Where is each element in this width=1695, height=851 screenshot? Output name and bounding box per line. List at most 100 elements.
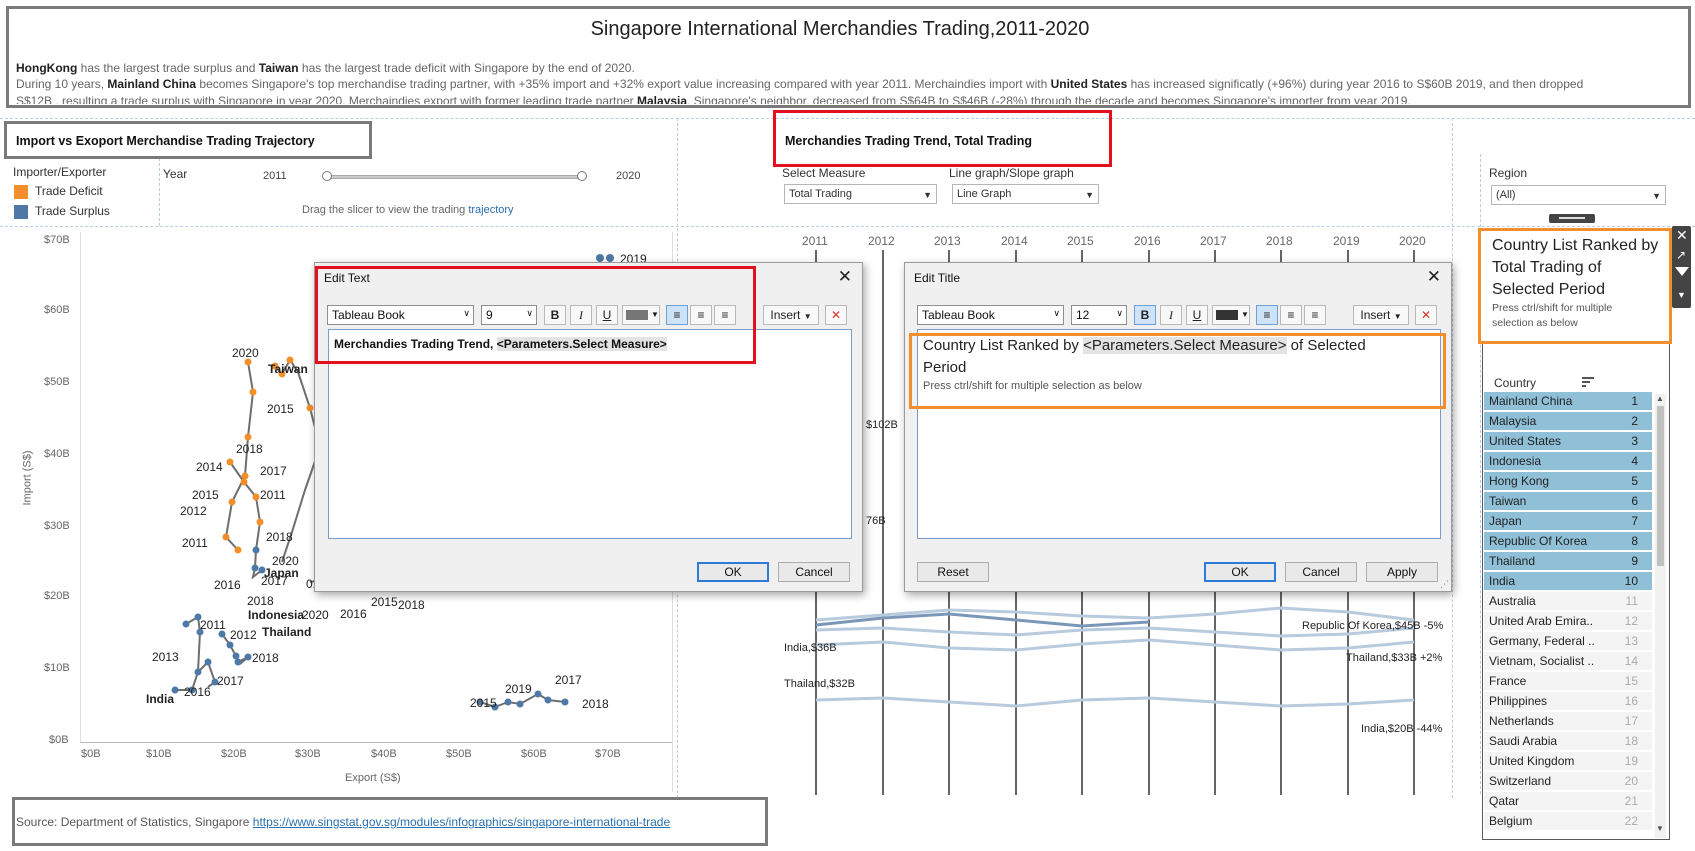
country-list-scrollbar[interactable]: ▲ ▼	[1655, 394, 1666, 838]
trend-year-label: 2014	[1001, 234, 1028, 248]
scroll-up-icon[interactable]: ▲	[1656, 394, 1664, 403]
country-rank: 7	[1631, 514, 1638, 528]
country-name: United Arab Emira..	[1489, 614, 1594, 628]
region-dropdown[interactable]: (All) ▼	[1491, 185, 1666, 205]
country-list[interactable]: Mainland China 1 Malaysia 2 United States 3 In…	[1484, 392, 1660, 837]
point-label: 2018	[236, 442, 263, 456]
drag-handle[interactable]	[1549, 214, 1595, 223]
point-label: 2015	[192, 488, 219, 502]
country-row[interactable]: Netherlands 17	[1484, 712, 1652, 730]
point-label: 2011	[260, 488, 286, 502]
desc-text: , Singapore's neighbor, decreased from S…	[687, 94, 1411, 104]
x-tick: $40B	[371, 748, 397, 760]
point-label: 2016	[340, 607, 367, 621]
ok-button[interactable]: OK	[1204, 562, 1276, 582]
country-row[interactable]: United States 3	[1484, 432, 1652, 450]
country-row[interactable]: United Kingdom 19	[1484, 752, 1652, 770]
close-icon[interactable]: ✕	[838, 267, 852, 287]
country-row[interactable]: Philippines 16	[1484, 692, 1652, 710]
size-dropdown[interactable]: 12 ∨	[1071, 305, 1127, 325]
scroll-down-icon[interactable]: ▼	[1656, 824, 1664, 833]
country-row[interactable]: Malaysia 2	[1484, 412, 1652, 430]
font-dropdown[interactable]: Tableau Book ∨	[917, 305, 1064, 325]
point-label: 2018	[252, 651, 279, 665]
country-row[interactable]: India 10	[1484, 572, 1652, 590]
open-external-icon[interactable]: ↗	[1676, 248, 1686, 262]
country-row[interactable]: Vietnam, Socialist .. 14	[1484, 652, 1652, 670]
country-row[interactable]: Belgium 22	[1484, 812, 1652, 830]
country-row[interactable]: Japan 7	[1484, 512, 1652, 530]
country-name: Belgium	[1489, 814, 1533, 828]
country-row[interactable]: Hong Kong 5	[1484, 472, 1652, 490]
country-row[interactable]: Thailand 9	[1484, 552, 1652, 570]
clear-format-icon[interactable]: ✕	[1415, 305, 1437, 325]
resize-grip-icon[interactable]: ⋰	[1440, 579, 1449, 590]
graph-type-dropdown[interactable]: Line Graph ▼	[952, 184, 1099, 204]
select-measure-value: Total Trading	[789, 188, 852, 200]
cancel-button[interactable]: Cancel	[778, 562, 850, 582]
country-name: Australia	[1489, 594, 1536, 608]
point-label-country: Indonesia	[248, 608, 305, 622]
point-label-country: Taiwan	[268, 362, 308, 376]
country-row[interactable]: Taiwan 6	[1484, 492, 1652, 510]
font-color-button[interactable]: ▼	[1212, 305, 1250, 325]
rank-cell-background	[1600, 552, 1652, 570]
reset-button[interactable]: Reset	[917, 562, 989, 582]
country-rank: 9	[1631, 554, 1638, 568]
country-name: France	[1489, 674, 1527, 688]
country-rank: 2	[1631, 414, 1638, 428]
country-rank: 18	[1624, 734, 1638, 748]
scroll-thumb[interactable]	[1657, 406, 1664, 566]
apply-button[interactable]: Apply	[1366, 562, 1438, 582]
country-row[interactable]: Switzerland 20	[1484, 772, 1652, 790]
country-row[interactable]: Indonesia 4	[1484, 452, 1652, 470]
italic-button[interactable]: I	[1160, 305, 1182, 325]
point-label: 2018	[266, 530, 293, 544]
align-left-button[interactable]: ≡	[1256, 305, 1278, 325]
country-row[interactable]: Australia 11	[1484, 592, 1652, 610]
desc-text: has the largest trade deficit with Singa…	[298, 61, 635, 75]
cancel-button[interactable]: Cancel	[1285, 562, 1357, 582]
clear-format-icon[interactable]: ✕	[825, 305, 847, 325]
country-name: India	[1489, 574, 1516, 588]
insert-button[interactable]: Insert ▼	[763, 305, 819, 325]
title-line: Selected Period	[1492, 281, 1605, 298]
select-measure-dropdown[interactable]: Total Trading ▼	[784, 184, 937, 204]
title-line: Total Trading of	[1492, 259, 1602, 276]
country-row[interactable]: Saudi Arabia 18	[1484, 732, 1652, 750]
sort-icon[interactable]	[1582, 377, 1594, 387]
filter-icon[interactable]	[1675, 267, 1689, 276]
trend-year-label: 2012	[868, 234, 895, 248]
desc-text: has increased significatly (+96%) during…	[1127, 77, 1584, 91]
bold-button[interactable]: B	[1134, 305, 1156, 325]
insert-button[interactable]: Insert ▼	[1353, 305, 1409, 325]
trend-year-label: 2016	[1134, 234, 1161, 248]
point-label: 2018	[247, 594, 274, 608]
close-icon[interactable]: ✕	[1676, 227, 1688, 244]
country-row[interactable]: United Arab Emira.. 12	[1484, 612, 1652, 630]
x-axis-title: Export (S$)	[345, 772, 401, 784]
country-row[interactable]: Qatar 21	[1484, 792, 1652, 810]
more-options-icon[interactable]: ▼	[1677, 290, 1686, 300]
legend-label: Trade Surplus	[35, 204, 110, 218]
year-slider-handle-start[interactable]	[322, 171, 332, 181]
left-panel-title: Import vs Exoport Merchandise Trading Tr…	[16, 134, 315, 148]
underline-button[interactable]: U	[1186, 305, 1208, 325]
align-right-button[interactable]: ≡	[1304, 305, 1326, 325]
source-link[interactable]: https://www.singstat.gov.sg/modules/info…	[253, 815, 670, 829]
country-name: Thailand	[1489, 554, 1536, 568]
country-row[interactable]: Germany, Federal .. 13	[1484, 632, 1652, 650]
description-line-2: During 10 years, Mainland China becomes …	[16, 76, 1583, 92]
insert-label: Insert	[770, 308, 801, 322]
close-icon[interactable]: ✕	[1427, 267, 1441, 287]
country-row[interactable]: Republic Of Korea 8	[1484, 532, 1652, 550]
align-center-button[interactable]: ≡	[1280, 305, 1302, 325]
country-row[interactable]: France 15	[1484, 672, 1652, 690]
year-slider-handle-end[interactable]	[577, 171, 587, 181]
desc-text: has the largest trade surplus and	[77, 61, 259, 75]
trend-line-label: India,$36B	[784, 642, 837, 654]
year-slider-track[interactable]	[326, 175, 582, 179]
rank-cell-background	[1600, 392, 1652, 410]
ok-button[interactable]: OK	[697, 562, 769, 582]
country-row[interactable]: Mainland China 1	[1484, 392, 1652, 410]
